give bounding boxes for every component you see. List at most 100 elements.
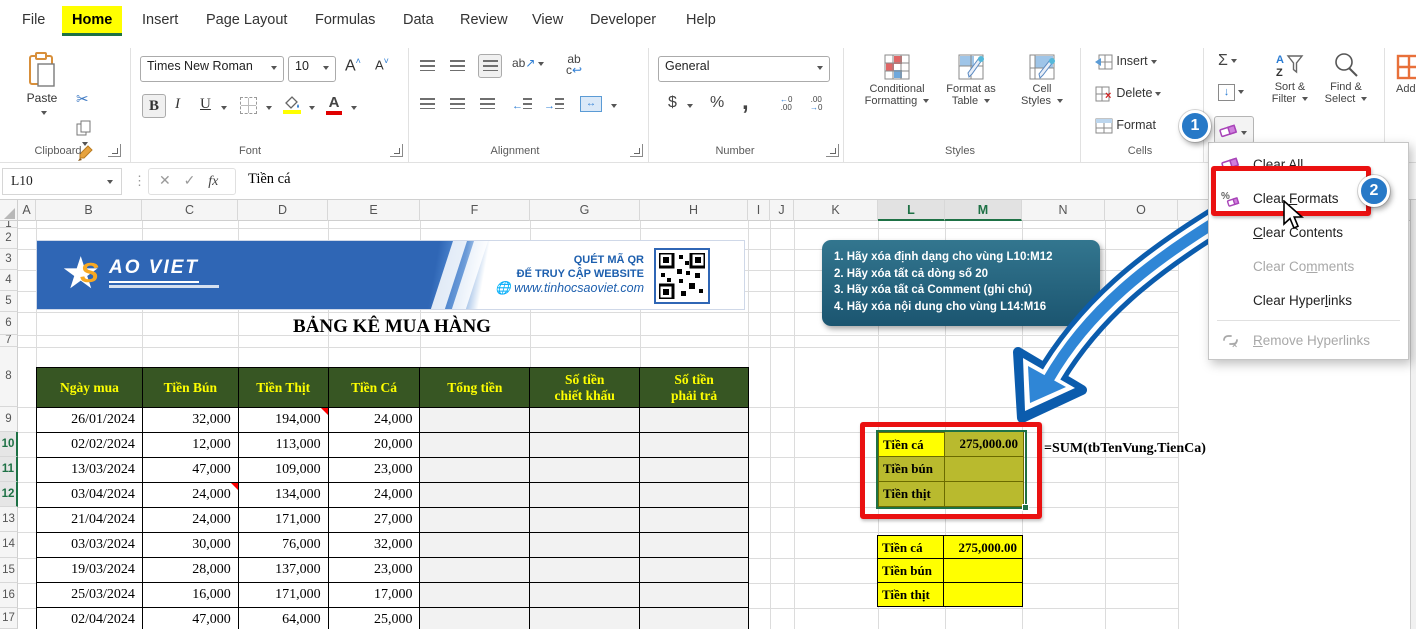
column-header-G[interactable]: G xyxy=(530,200,640,221)
cell-L15[interactable]: Tiền bún xyxy=(877,559,944,583)
autosum-button[interactable]: Σ xyxy=(1218,52,1237,70)
cell-ck[interactable] xyxy=(530,458,640,483)
cell-pt[interactable] xyxy=(640,483,748,508)
cell-bun[interactable]: 24,000 xyxy=(143,483,239,508)
cell-tong[interactable] xyxy=(420,558,530,583)
row-header-15[interactable]: 15 xyxy=(0,558,18,583)
cell-ck[interactable] xyxy=(530,533,640,558)
tab-file[interactable]: File xyxy=(12,6,55,36)
cell-tong[interactable] xyxy=(420,608,530,629)
row-header-5[interactable]: 5 xyxy=(0,291,18,312)
middle-align-button[interactable] xyxy=(450,60,465,74)
cell-date[interactable]: 02/02/2024 xyxy=(37,433,143,458)
font-color-dropdown[interactable] xyxy=(351,106,357,110)
cell-date[interactable]: 19/03/2024 xyxy=(37,558,143,583)
column-header-D[interactable]: D xyxy=(238,200,328,221)
borders-dropdown[interactable] xyxy=(266,106,272,110)
header-tien-thit[interactable]: Tiền Thịt xyxy=(239,368,329,408)
header-tien-bun[interactable]: Tiền Bún xyxy=(143,368,239,408)
comma-style-button[interactable]: , xyxy=(742,88,749,116)
cell-thit[interactable]: 109,000 xyxy=(239,458,329,483)
row-header-11[interactable]: 11 xyxy=(0,457,18,482)
name-box[interactable]: L10 xyxy=(2,168,122,195)
cell-thit[interactable]: 194,000 xyxy=(239,408,329,433)
cell-ca[interactable]: 17,000 xyxy=(329,583,421,608)
paste-button[interactable]: Paste xyxy=(20,52,64,130)
header-phai-tra[interactable]: Số tiềnphải trả xyxy=(640,368,748,408)
cell-tong[interactable] xyxy=(420,458,530,483)
cell-tong[interactable] xyxy=(420,583,530,608)
font-name-combobox[interactable]: Times New Roman xyxy=(140,56,284,82)
header-ngay-mua[interactable]: Ngày mua xyxy=(37,368,143,408)
cell-date[interactable]: 26/01/2024 xyxy=(37,408,143,433)
accounting-dropdown[interactable] xyxy=(687,104,693,108)
bold-button[interactable]: B xyxy=(142,94,166,118)
row-header-1[interactable]: 1 xyxy=(0,221,18,228)
cell-date[interactable]: 02/04/2024 xyxy=(37,608,143,629)
vertical-scrollbar[interactable] xyxy=(1410,200,1416,629)
borders-button[interactable] xyxy=(240,97,257,114)
font-dialog-launcher[interactable] xyxy=(390,144,403,157)
column-header-I[interactable]: I xyxy=(748,200,770,221)
cell-M14[interactable]: 275,000.00 xyxy=(944,535,1023,559)
header-tong-tien[interactable]: Tổng tiền xyxy=(420,368,530,408)
column-header-F[interactable]: F xyxy=(420,200,530,221)
cell-pt[interactable] xyxy=(640,583,748,608)
cell-ca[interactable]: 25,000 xyxy=(329,608,421,629)
tab-insert[interactable]: Insert xyxy=(132,6,188,36)
cell-styles-button[interactable]: CellStyles xyxy=(1012,54,1072,107)
cell-thit[interactable]: 171,000 xyxy=(239,508,329,533)
cell-tong[interactable] xyxy=(420,533,530,558)
align-right-button[interactable] xyxy=(480,98,495,112)
conditional-formatting-button[interactable]: ConditionalFormatting xyxy=(862,54,932,107)
find-select-button[interactable]: Find &Select xyxy=(1322,52,1370,105)
cell-date[interactable]: 03/04/2024 xyxy=(37,483,143,508)
cell-ca[interactable]: 23,000 xyxy=(329,558,421,583)
cell-date[interactable]: 13/03/2024 xyxy=(37,458,143,483)
cell-thit[interactable]: 134,000 xyxy=(239,483,329,508)
cell-thit[interactable]: 113,000 xyxy=(239,433,329,458)
cell-ck[interactable] xyxy=(530,583,640,608)
alignment-dialog-launcher[interactable] xyxy=(630,144,643,157)
cell-pt[interactable] xyxy=(640,608,748,629)
row-header-2[interactable]: 2 xyxy=(0,228,18,249)
delete-cells-button[interactable]: × Delete xyxy=(1095,86,1161,102)
tab-help[interactable]: Help xyxy=(676,6,726,36)
cell-pt[interactable] xyxy=(640,533,748,558)
orientation-button[interactable]: ab↗ xyxy=(512,56,544,70)
cell-date[interactable]: 03/03/2024 xyxy=(37,533,143,558)
cell-pt[interactable] xyxy=(640,408,748,433)
cell-L16[interactable]: Tiền thịt xyxy=(877,583,944,607)
cell-bun[interactable]: 32,000 xyxy=(143,408,239,433)
row-header-7[interactable]: 7 xyxy=(0,335,18,347)
row-header-12[interactable]: 12 xyxy=(0,482,18,507)
cell-ck[interactable] xyxy=(530,558,640,583)
increase-decimal-button[interactable]: ←0.00 xyxy=(780,96,792,112)
tab-review[interactable]: Review xyxy=(450,6,518,36)
formula-input[interactable]: Tiền cá xyxy=(248,171,291,188)
cell-M16[interactable] xyxy=(944,583,1023,607)
cell-tong[interactable] xyxy=(420,408,530,433)
cell-tong[interactable] xyxy=(420,433,530,458)
increase-indent-button[interactable]: → xyxy=(544,98,564,112)
underline-dropdown[interactable] xyxy=(221,106,227,110)
tab-view[interactable]: View xyxy=(522,6,573,36)
increase-font-size-button[interactable]: A˄ xyxy=(345,56,361,75)
column-header-M[interactable]: M xyxy=(945,200,1022,221)
column-header-C[interactable]: C xyxy=(142,200,238,221)
cell-ck[interactable] xyxy=(530,608,640,629)
column-header-K[interactable]: K xyxy=(794,200,878,221)
cell-ck[interactable] xyxy=(530,508,640,533)
column-header-A[interactable]: A xyxy=(18,200,36,221)
tab-data[interactable]: Data xyxy=(393,6,444,36)
row-header-8[interactable]: 8 xyxy=(0,347,18,407)
row-header-13[interactable]: 13 xyxy=(0,507,18,532)
cell-pt[interactable] xyxy=(640,558,748,583)
cell-ca[interactable]: 24,000 xyxy=(329,408,421,433)
menu-item-clear-hyperlinks[interactable]: Clear Hyperlinks xyxy=(1209,284,1408,317)
row-header-14[interactable]: 14 xyxy=(0,532,18,558)
cell-tong[interactable] xyxy=(420,483,530,508)
decrease-font-size-button[interactable]: A˅ xyxy=(375,56,389,72)
cut-button[interactable]: ✂ xyxy=(76,90,89,108)
cell-tong[interactable] xyxy=(420,508,530,533)
